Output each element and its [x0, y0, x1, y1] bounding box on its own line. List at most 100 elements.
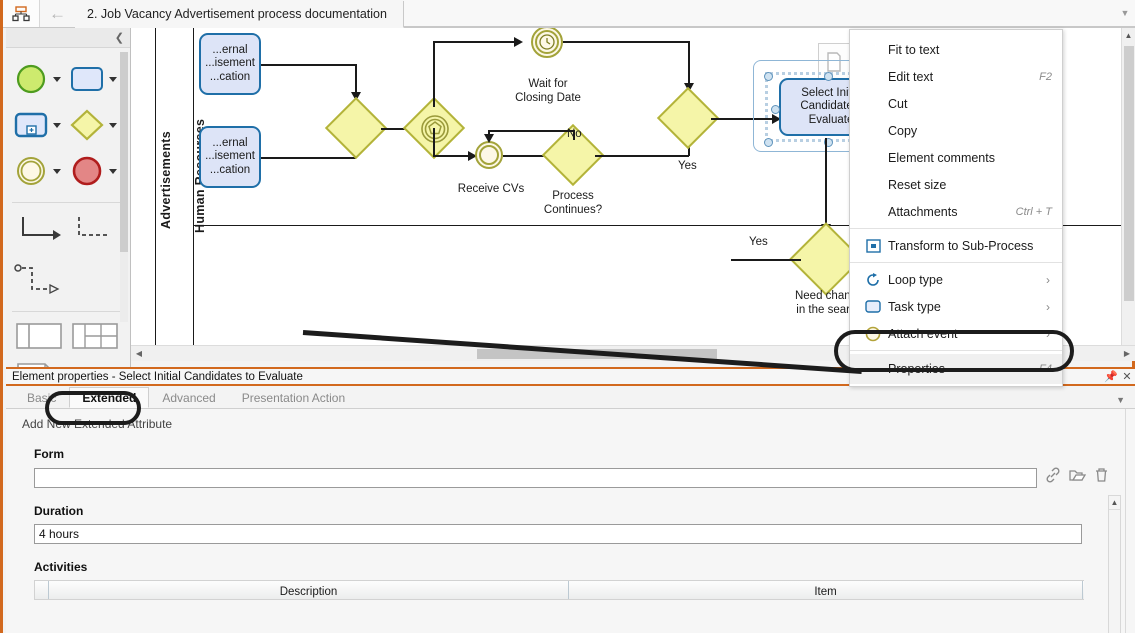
flow-line: [688, 41, 690, 87]
chevron-down-icon[interactable]: ▼: [1112, 0, 1135, 27]
gateway-parallel-join[interactable]: [324, 96, 388, 160]
palette-item-end-event[interactable]: [68, 154, 124, 188]
flow-line: [433, 155, 469, 157]
chevron-down-icon[interactable]: ▼: [1116, 395, 1125, 405]
duration-input-value: 4 hours: [39, 527, 80, 541]
scroll-up-arrow[interactable]: ▲: [1109, 496, 1120, 510]
chevron-left-icon[interactable]: ❮: [115, 31, 124, 44]
document-tab-label: 2. Job Vacancy Advertisement process doc…: [87, 7, 387, 21]
context-menu-item-reset-size[interactable]: Reset size: [850, 171, 1062, 198]
chevron-down-icon[interactable]: [109, 122, 117, 128]
subprocess-icon: [12, 108, 50, 142]
back-arrow-icon[interactable]: ←: [40, 0, 75, 27]
task-icon: [858, 300, 888, 313]
menu-label: Copy: [888, 123, 918, 138]
palette-header: ❮: [6, 28, 130, 48]
context-menu-item-element-comments[interactable]: Element comments: [850, 144, 1062, 171]
flow-line: [563, 41, 689, 43]
menu-label: Loop type: [888, 272, 943, 287]
palette-item-start-event[interactable]: [12, 62, 68, 96]
dashed-connector-icon[interactable]: [68, 211, 124, 253]
tab-presentation-action[interactable]: Presentation Action: [229, 387, 358, 408]
scroll-thumb[interactable]: [1124, 46, 1134, 301]
flow-line: [261, 157, 356, 159]
menu-label: Fit to text: [888, 42, 940, 57]
delete-icon[interactable]: [1094, 467, 1109, 488]
close-icon[interactable]: ✕: [1119, 370, 1135, 383]
tab-advanced[interactable]: Advanced: [149, 387, 228, 408]
scroll-left-arrow[interactable]: ◀: [131, 349, 147, 358]
context-menu-item-attachments[interactable]: Attachments Ctrl + T: [850, 198, 1062, 225]
column-header-description[interactable]: Description: [49, 581, 569, 599]
clock-icon: [539, 34, 555, 50]
hierarchy-icon[interactable]: [3, 0, 40, 27]
task-external-advertisement-publication[interactable]: ...ernal ...isement ...cation: [199, 33, 261, 95]
rounded-rect-icon: [68, 62, 106, 96]
flow-line: [825, 138, 827, 228]
flow-line: [595, 155, 689, 157]
pin-icon[interactable]: 📌: [1103, 370, 1119, 383]
context-menu-item-task-type[interactable]: Task type ›: [850, 293, 1062, 320]
form-field-block: Form: [6, 447, 1135, 488]
loop-icon: [858, 272, 888, 288]
context-menu-item-cut[interactable]: Cut: [850, 90, 1062, 117]
context-menu-item-fit-to-text[interactable]: Fit to text: [850, 36, 1062, 63]
element-properties-panel: Element properties - Select Initial Cand…: [6, 367, 1135, 633]
resize-handle-n[interactable]: [824, 72, 833, 81]
palette-item-gateway[interactable]: [68, 108, 124, 142]
form-input[interactable]: [34, 467, 1037, 488]
flow-arrow: [514, 37, 523, 47]
form-field-actions: [1045, 467, 1109, 488]
open-folder-icon[interactable]: [1069, 467, 1087, 488]
context-menu-item-transform-to-sub-process[interactable]: Transform to Sub-Process: [850, 232, 1062, 259]
shape-palette: ❮: [6, 28, 131, 389]
association-connector-icon[interactable]: [12, 261, 68, 303]
scroll-up-arrow[interactable]: ▲: [1122, 28, 1135, 43]
chevron-down-icon[interactable]: [53, 76, 61, 82]
link-icon[interactable]: [1045, 467, 1061, 488]
context-menu-item-loop-type[interactable]: Loop type ›: [850, 266, 1062, 293]
resize-handle-sw[interactable]: [764, 138, 773, 147]
palette-scrollbar[interactable]: [120, 52, 128, 322]
activities-label: Activities: [34, 560, 88, 574]
palette-item-task[interactable]: [68, 62, 124, 96]
annotation-highlight-properties: [834, 330, 1074, 372]
resize-handle-nw[interactable]: [764, 72, 773, 81]
event-receive-cvs[interactable]: [475, 141, 503, 169]
tab-bar-empty-space: [403, 0, 1112, 27]
context-menu-item-edit-text[interactable]: Edit text F2: [850, 63, 1062, 90]
properties-vertical-scrollbar[interactable]: ▲: [1108, 495, 1121, 633]
chevron-down-icon[interactable]: [109, 76, 117, 82]
annotation-highlight-extended-tab: [45, 391, 141, 425]
column-header-item[interactable]: Item: [569, 581, 1083, 599]
properties-content: Add New Extended Attribute Form Duration…: [6, 409, 1135, 633]
flow-line: [731, 259, 801, 261]
menu-shortcut: Ctrl + T: [1015, 205, 1052, 218]
event-based-gateway-marker: [421, 115, 449, 143]
context-menu-item-copy[interactable]: Copy: [850, 117, 1062, 144]
chevron-down-icon[interactable]: [53, 122, 61, 128]
palette-item-intermediate-event[interactable]: [12, 154, 68, 188]
add-new-extended-attribute-link[interactable]: Add New Extended Attribute: [6, 409, 1135, 431]
task-label: ...ernal ...isement ...cation: [205, 136, 255, 176]
chevron-down-icon[interactable]: [109, 168, 117, 174]
pool-icon[interactable]: [12, 318, 68, 354]
canvas-vertical-scrollbar[interactable]: ▲: [1121, 28, 1135, 345]
solid-connector-icon[interactable]: [12, 211, 68, 253]
duration-field-block: Duration 4 hours: [6, 504, 1135, 544]
menu-label: Task type: [888, 299, 941, 314]
lane-grid-icon[interactable]: [68, 318, 124, 354]
chevron-down-icon[interactable]: [53, 168, 61, 174]
flow-line: [433, 41, 515, 43]
gateway-merge[interactable]: [656, 86, 720, 150]
document-tab[interactable]: 2. Job Vacancy Advertisement process doc…: [75, 1, 404, 28]
menu-shortcut: F2: [1039, 70, 1052, 83]
duration-input[interactable]: 4 hours: [34, 524, 1082, 544]
scroll-right-arrow[interactable]: ▶: [1119, 349, 1135, 358]
task-internal-advertisement-publication[interactable]: ...ernal ...isement ...cation: [199, 126, 261, 188]
menu-label: Element comments: [888, 150, 995, 165]
palette-item-sub-process[interactable]: [12, 108, 68, 142]
resize-handle-w[interactable]: [771, 105, 780, 114]
flow-arrow: [484, 134, 494, 143]
document-tab-bar: ← 2. Job Vacancy Advertisement process d…: [3, 0, 1135, 28]
